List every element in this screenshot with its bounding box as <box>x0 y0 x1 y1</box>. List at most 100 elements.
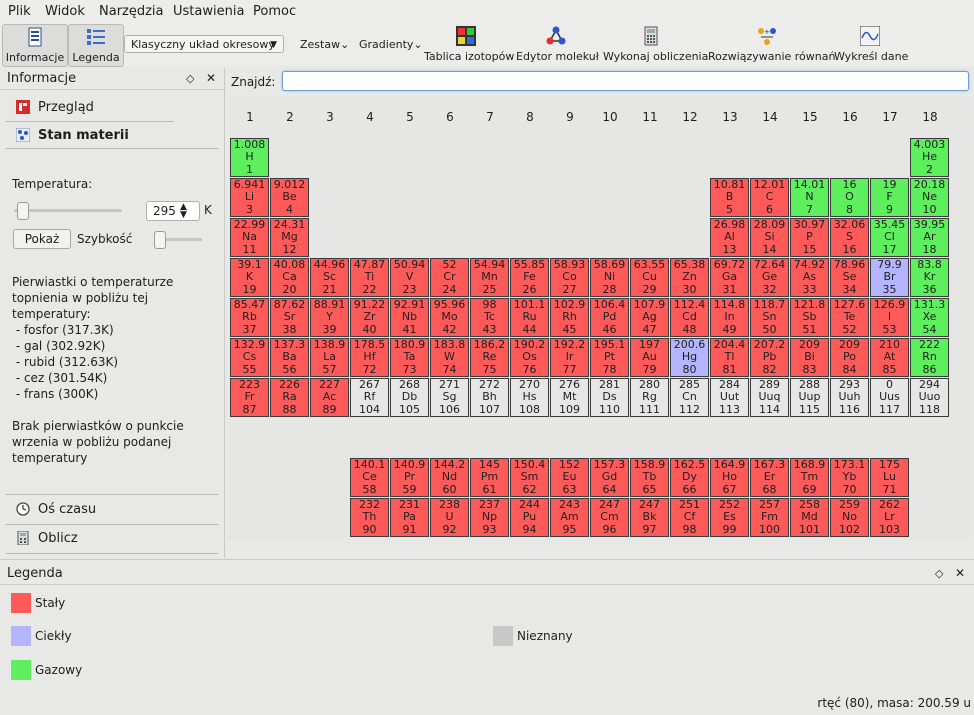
element-cell[interactable]: 186.2 Re 75 <box>470 338 509 377</box>
element-cell[interactable]: 197 Au 79 <box>630 338 669 377</box>
element-cell[interactable]: 65.38 Zn 30 <box>670 258 709 297</box>
element-cell[interactable]: 39.1 K 19 <box>230 258 269 297</box>
element-cell[interactable]: 190.2 Os 76 <box>510 338 549 377</box>
element-cell[interactable]: 232 Th 90 <box>350 498 389 537</box>
element-cell[interactable]: 0 Uus 117 <box>870 378 909 417</box>
scheme-set-dropdown[interactable]: Zestaw⌄ <box>300 38 349 51</box>
element-cell[interactable]: 271 Sg 106 <box>430 378 469 417</box>
element-cell[interactable]: 85.47 Rb 37 <box>230 298 269 337</box>
element-cell[interactable]: 19 F 9 <box>870 178 909 217</box>
element-cell[interactable]: 10.81 B 5 <box>710 178 749 217</box>
element-cell[interactable]: 140.1 Ce 58 <box>350 458 389 497</box>
element-cell[interactable]: 158.9 Tb 65 <box>630 458 669 497</box>
element-cell[interactable]: 4.003 He 2 <box>910 138 949 177</box>
isotope-table-button[interactable]: Tablica izotopów <box>424 24 514 65</box>
menu-tools[interactable]: Narzędzia <box>99 4 164 19</box>
element-cell[interactable]: 276 Mt 109 <box>550 378 589 417</box>
close-icon[interactable]: ✕ <box>955 566 965 580</box>
element-cell[interactable]: 222 Rn 86 <box>910 338 949 377</box>
find-input[interactable] <box>282 71 969 91</box>
element-cell[interactable]: 272 Bh 107 <box>470 378 509 417</box>
element-cell[interactable]: 252 Es 99 <box>710 498 749 537</box>
element-cell[interactable]: 207.2 Pb 82 <box>750 338 789 377</box>
element-cell[interactable]: 150.4 Sm 62 <box>510 458 549 497</box>
temperature-spinbox[interactable]: 295 ▲ ▼ <box>146 201 200 221</box>
element-cell[interactable]: 102.9 Rh 45 <box>550 298 589 337</box>
close-icon[interactable]: ✕ <box>206 71 216 85</box>
element-cell[interactable]: 178.5 Hf 72 <box>350 338 389 377</box>
molecule-editor-button[interactable]: Edytor molekuł <box>516 24 599 65</box>
element-cell[interactable]: 209 Bi 83 <box>790 338 829 377</box>
element-cell[interactable]: 58.93 Co 27 <box>550 258 589 297</box>
element-cell[interactable]: 74.92 As 33 <box>790 258 829 297</box>
element-cell[interactable]: 237 Np 93 <box>470 498 509 537</box>
element-cell[interactable]: 101.1 Ru 44 <box>510 298 549 337</box>
element-cell[interactable]: 183.8 W 74 <box>430 338 469 377</box>
element-cell[interactable]: 79.9 Br 35 <box>870 258 909 297</box>
element-cell[interactable]: 112.4 Cd 48 <box>670 298 709 337</box>
element-cell[interactable]: 280 Rg 111 <box>630 378 669 417</box>
tab-state-of-matter[interactable]: Stan materii <box>10 123 215 149</box>
speed-slider-handle[interactable] <box>154 231 166 249</box>
element-cell[interactable]: 39.95 Ar 18 <box>910 218 949 257</box>
element-cell[interactable]: 227 Ac 89 <box>310 378 349 417</box>
element-cell[interactable]: 22.99 Na 11 <box>230 218 269 257</box>
element-cell[interactable]: 137.3 Ba 56 <box>270 338 309 377</box>
element-cell[interactable]: 95.96 Mo 42 <box>430 298 469 337</box>
element-cell[interactable]: 35.45 Cl 17 <box>870 218 909 257</box>
element-cell[interactable]: 258 Md 101 <box>790 498 829 537</box>
element-cell[interactable]: 288 Uup 115 <box>790 378 829 417</box>
element-cell[interactable]: 28.09 Si 14 <box>750 218 789 257</box>
element-cell[interactable]: 168.9 Tm 69 <box>790 458 829 497</box>
element-cell[interactable]: 175 Lu 71 <box>870 458 909 497</box>
element-cell[interactable]: 152 Eu 63 <box>550 458 589 497</box>
element-cell[interactable]: 126.9 I 53 <box>870 298 909 337</box>
menu-view[interactable]: Widok <box>45 4 85 19</box>
element-cell[interactable]: 69.72 Ga 31 <box>710 258 749 297</box>
element-cell[interactable]: 267 Rf 104 <box>350 378 389 417</box>
element-cell[interactable]: 107.9 Ag 47 <box>630 298 669 337</box>
legend-toggle-button[interactable]: Legenda <box>68 24 124 67</box>
table-scheme-select[interactable]: Klasyczny układ okresowy ▼ <box>124 35 284 53</box>
show-button[interactable]: Pokaż <box>13 229 71 249</box>
element-cell[interactable]: 78.96 Se 34 <box>830 258 869 297</box>
element-cell[interactable]: 257 Fm 100 <box>750 498 789 537</box>
menu-file[interactable]: Plik <box>8 4 31 19</box>
element-cell[interactable]: 243 Am 95 <box>550 498 589 537</box>
element-cell[interactable]: 44.96 Sc 21 <box>310 258 349 297</box>
element-cell[interactable]: 262 Lr 103 <box>870 498 909 537</box>
element-cell[interactable]: 195.1 Pt 78 <box>590 338 629 377</box>
element-cell[interactable]: 247 Cm 96 <box>590 498 629 537</box>
tab-overview[interactable]: Przegląd <box>10 95 215 121</box>
temperature-slider-handle[interactable] <box>17 202 29 220</box>
element-cell[interactable]: 52 Cr 24 <box>430 258 469 297</box>
element-cell[interactable]: 180.9 Ta 73 <box>390 338 429 377</box>
element-cell[interactable]: 270 Hs 108 <box>510 378 549 417</box>
element-cell[interactable]: 162.5 Dy 66 <box>670 458 709 497</box>
spin-arrows-icon[interactable]: ▲ ▼ <box>180 203 187 220</box>
element-cell[interactable]: 259 No 102 <box>830 498 869 537</box>
element-cell[interactable]: 144.2 Nd 60 <box>430 458 469 497</box>
element-cell[interactable]: 72.64 Ge 32 <box>750 258 789 297</box>
element-cell[interactable]: 294 Uuo 118 <box>910 378 949 417</box>
gradients-dropdown[interactable]: Gradienty⌄ <box>359 38 423 51</box>
element-cell[interactable]: 131.3 Xe 54 <box>910 298 949 337</box>
element-cell[interactable]: 88.91 Y 39 <box>310 298 349 337</box>
element-cell[interactable]: 118.7 Sn 50 <box>750 298 789 337</box>
element-cell[interactable]: 9.012 Be 4 <box>270 178 309 217</box>
element-cell[interactable]: 164.9 Ho 67 <box>710 458 749 497</box>
element-cell[interactable]: 14.01 N 7 <box>790 178 829 217</box>
element-cell[interactable]: 285 Cn 112 <box>670 378 709 417</box>
element-cell[interactable]: 30.97 P 15 <box>790 218 829 257</box>
element-cell[interactable]: 55.85 Fe 26 <box>510 258 549 297</box>
element-cell[interactable]: 50.94 V 23 <box>390 258 429 297</box>
element-cell[interactable]: 12.01 C 6 <box>750 178 789 217</box>
element-cell[interactable]: 6.941 Li 3 <box>230 178 269 217</box>
equation-solver-button[interactable]: + Rozwiązywanie równań <box>708 24 835 65</box>
element-cell[interactable]: 138.9 La 57 <box>310 338 349 377</box>
element-cell[interactable]: 87.62 Sr 38 <box>270 298 309 337</box>
element-cell[interactable]: 47.87 Ti 22 <box>350 258 389 297</box>
calculate-button[interactable]: Wykonaj obliczenia <box>603 24 708 65</box>
element-cell[interactable]: 83.8 Kr 36 <box>910 258 949 297</box>
element-cell[interactable]: 24.31 Mg 12 <box>270 218 309 257</box>
